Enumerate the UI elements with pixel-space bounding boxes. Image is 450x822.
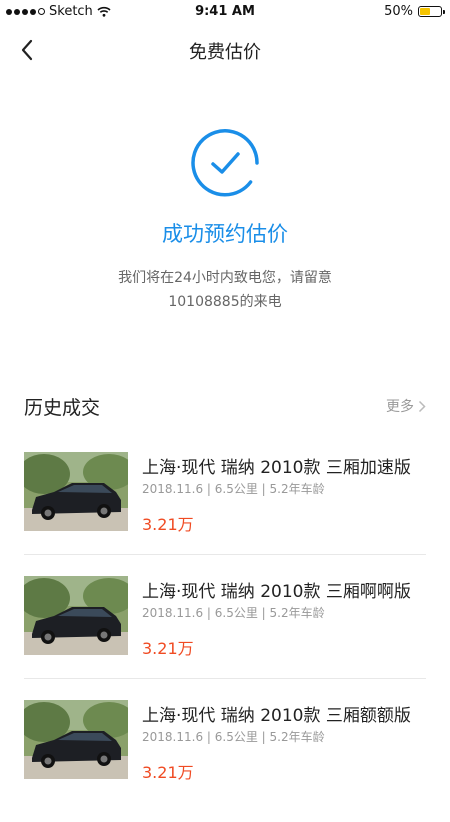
success-desc-line1: 我们将在24小时内致电您，请留意: [118, 270, 332, 286]
chevron-right-icon: [418, 400, 426, 412]
item-meta: 2018.11.6 | 6.5公里 | 5.2年车龄: [142, 730, 325, 744]
success-desc-line2: 10108885的来电: [168, 294, 282, 310]
list-item[interactable]: 上海·现代 瑞纳 2010款 三厢额额版 2018.11.6 | 6.5公里 |…: [0, 698, 450, 822]
item-meta: 2018.11.6 | 6.5公里 | 5.2年车龄: [142, 606, 325, 620]
car-photo: [24, 576, 128, 655]
success-title: 成功预约估价: [162, 222, 288, 246]
history-list: 上海·现代 瑞纳 2010款 三厢加速版 2018.11.6 | 6.5公里 |…: [0, 450, 450, 782]
battery-icon: [418, 6, 445, 17]
item-meta: 2018.11.6 | 6.5公里 | 5.2年车龄: [142, 482, 325, 496]
check-circle-icon: [191, 129, 259, 197]
car-photo: [24, 700, 128, 779]
divider: [24, 554, 426, 555]
status-time: 9:41 AM: [195, 4, 255, 19]
battery-percent: 50%: [384, 4, 413, 19]
page-title: 免费估价: [189, 42, 261, 63]
divider: [24, 678, 426, 679]
history-section-title: 历史成交: [24, 397, 101, 419]
list-item[interactable]: 上海·现代 瑞纳 2010款 三厢加速版 2018.11.6 | 6.5公里 |…: [0, 450, 450, 554]
success-description: 我们将在24小时内致电您，请留意 10108885的来电: [0, 266, 450, 314]
battery-status: 50%: [384, 4, 445, 19]
list-item[interactable]: 上海·现代 瑞纳 2010款 三厢啊啊版 2018.11.6 | 6.5公里 |…: [0, 574, 450, 698]
more-link[interactable]: 更多: [386, 396, 426, 416]
item-price: 3.21万: [142, 639, 194, 658]
item-title: 上海·现代 瑞纳 2010款 三厢啊啊版: [142, 582, 411, 602]
item-price: 3.21万: [142, 763, 194, 782]
item-title: 上海·现代 瑞纳 2010款 三厢加速版: [142, 458, 411, 478]
car-photo: [24, 452, 128, 531]
more-label: 更多: [386, 399, 414, 415]
item-title: 上海·现代 瑞纳 2010款 三厢额额版: [142, 706, 411, 726]
status-bar: Sketch 9:41 AM 50%: [0, 0, 450, 24]
item-price: 3.21万: [142, 515, 194, 534]
nav-bar: 免费估价: [0, 24, 450, 74]
